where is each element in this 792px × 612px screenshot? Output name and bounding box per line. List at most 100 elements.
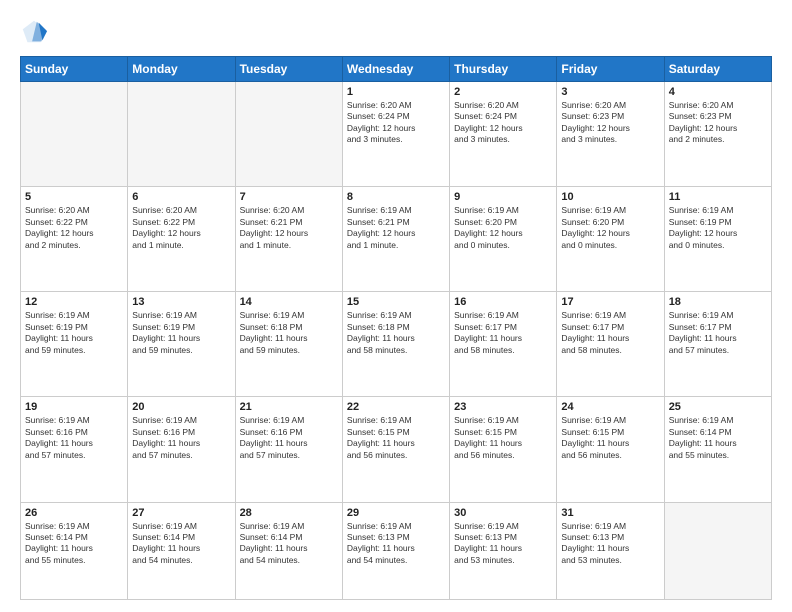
day-number: 5 bbox=[25, 191, 123, 203]
calendar-header-row: SundayMondayTuesdayWednesdayThursdayFrid… bbox=[21, 57, 772, 82]
day-info: Sunrise: 6:19 AM Sunset: 6:17 PM Dayligh… bbox=[669, 310, 767, 356]
day-number: 8 bbox=[347, 191, 445, 203]
day-info: Sunrise: 6:20 AM Sunset: 6:22 PM Dayligh… bbox=[132, 205, 230, 251]
day-info: Sunrise: 6:20 AM Sunset: 6:22 PM Dayligh… bbox=[25, 205, 123, 251]
day-number: 17 bbox=[561, 296, 659, 308]
day-number: 25 bbox=[669, 401, 767, 413]
day-number: 6 bbox=[132, 191, 230, 203]
day-info: Sunrise: 6:19 AM Sunset: 6:16 PM Dayligh… bbox=[132, 415, 230, 461]
calendar-cell: 11 Sunrise: 6:19 AM Sunset: 6:19 PM Dayli… bbox=[664, 187, 771, 292]
day-number: 21 bbox=[240, 401, 338, 413]
calendar-cell: 1Sunrise: 6:20 AM Sunset: 6:24 PM Daylig… bbox=[342, 82, 449, 187]
day-number: 19 bbox=[25, 401, 123, 413]
day-number: 13 bbox=[132, 296, 230, 308]
calendar: SundayMondayTuesdayWednesdayThursdayFrid… bbox=[20, 56, 772, 600]
day-info: Sunrise: 6:19 AM Sunset: 6:13 PM Dayligh… bbox=[454, 521, 552, 567]
calendar-cell: 9 Sunrise: 6:19 AM Sunset: 6:20 PM Daylig… bbox=[450, 187, 557, 292]
col-header-monday: Monday bbox=[128, 57, 235, 82]
page: SundayMondayTuesdayWednesdayThursdayFrid… bbox=[0, 0, 792, 612]
day-number: 11 bbox=[669, 191, 767, 203]
day-info: Sunrise: 6:20 AM Sunset: 6:23 PM Dayligh… bbox=[561, 100, 659, 146]
day-info: Sunrise: 6:19 AM Sunset: 6:13 PM Dayligh… bbox=[347, 521, 445, 567]
day-info: Sunrise: 6:19 AM Sunset: 6:19 PM Dayligh… bbox=[25, 310, 123, 356]
day-info: Sunrise: 6:19 AM Sunset: 6:16 PM Dayligh… bbox=[25, 415, 123, 461]
day-info: Sunrise: 6:19 AM Sunset: 6:14 PM Dayligh… bbox=[25, 521, 123, 567]
calendar-cell bbox=[21, 82, 128, 187]
calendar-cell: 31 Sunrise: 6:19 AM Sunset: 6:13 PM Dayli… bbox=[557, 502, 664, 600]
day-number: 2 bbox=[454, 86, 552, 98]
day-number: 4 bbox=[669, 86, 767, 98]
day-info: Sunrise: 6:19 AM Sunset: 6:19 PM Dayligh… bbox=[132, 310, 230, 356]
day-info: Sunrise: 6:20 AM Sunset: 6:23 PM Dayligh… bbox=[669, 100, 767, 146]
day-number: 15 bbox=[347, 296, 445, 308]
day-info: Sunrise: 6:19 AM Sunset: 6:19 PM Dayligh… bbox=[669, 205, 767, 251]
day-number: 26 bbox=[25, 507, 123, 519]
day-number: 23 bbox=[454, 401, 552, 413]
calendar-cell: 4 Sunrise: 6:20 AM Sunset: 6:23 PM Daylig… bbox=[664, 82, 771, 187]
col-header-friday: Friday bbox=[557, 57, 664, 82]
col-header-thursday: Thursday bbox=[450, 57, 557, 82]
day-number: 29 bbox=[347, 507, 445, 519]
calendar-cell: 14 Sunrise: 6:19 AM Sunset: 6:18 PM Dayli… bbox=[235, 292, 342, 397]
day-number: 16 bbox=[454, 296, 552, 308]
day-number: 7 bbox=[240, 191, 338, 203]
calendar-week-2: 5 Sunrise: 6:20 AM Sunset: 6:22 PM Daylig… bbox=[21, 187, 772, 292]
calendar-cell: 24 Sunrise: 6:19 AM Sunset: 6:15 PM Dayli… bbox=[557, 397, 664, 502]
calendar-cell: 8 Sunrise: 6:19 AM Sunset: 6:21 PM Daylig… bbox=[342, 187, 449, 292]
day-info: Sunrise: 6:20 AM Sunset: 6:24 PM Dayligh… bbox=[347, 100, 445, 146]
day-number: 27 bbox=[132, 507, 230, 519]
calendar-cell: 15Sunrise: 6:19 AM Sunset: 6:18 PM Dayli… bbox=[342, 292, 449, 397]
calendar-week-1: 1Sunrise: 6:20 AM Sunset: 6:24 PM Daylig… bbox=[21, 82, 772, 187]
day-info: Sunrise: 6:20 AM Sunset: 6:24 PM Dayligh… bbox=[454, 100, 552, 146]
day-info: Sunrise: 6:19 AM Sunset: 6:21 PM Dayligh… bbox=[347, 205, 445, 251]
day-number: 28 bbox=[240, 507, 338, 519]
calendar-cell: 7Sunrise: 6:20 AM Sunset: 6:21 PM Daylig… bbox=[235, 187, 342, 292]
calendar-cell: 22Sunrise: 6:19 AM Sunset: 6:15 PM Dayli… bbox=[342, 397, 449, 502]
day-number: 14 bbox=[240, 296, 338, 308]
day-info: Sunrise: 6:19 AM Sunset: 6:20 PM Dayligh… bbox=[454, 205, 552, 251]
calendar-cell: 19 Sunrise: 6:19 AM Sunset: 6:16 PM Dayli… bbox=[21, 397, 128, 502]
calendar-cell: 12 Sunrise: 6:19 AM Sunset: 6:19 PM Dayli… bbox=[21, 292, 128, 397]
day-info: Sunrise: 6:19 AM Sunset: 6:13 PM Dayligh… bbox=[561, 521, 659, 567]
calendar-week-3: 12 Sunrise: 6:19 AM Sunset: 6:19 PM Dayli… bbox=[21, 292, 772, 397]
calendar-cell: 3 Sunrise: 6:20 AM Sunset: 6:23 PM Daylig… bbox=[557, 82, 664, 187]
day-number: 10 bbox=[561, 191, 659, 203]
calendar-cell: 17 Sunrise: 6:19 AM Sunset: 6:17 PM Dayli… bbox=[557, 292, 664, 397]
day-number: 20 bbox=[132, 401, 230, 413]
logo bbox=[20, 18, 52, 46]
calendar-cell: 13 Sunrise: 6:19 AM Sunset: 6:19 PM Dayli… bbox=[128, 292, 235, 397]
logo-icon bbox=[20, 18, 48, 46]
day-info: Sunrise: 6:19 AM Sunset: 6:16 PM Dayligh… bbox=[240, 415, 338, 461]
calendar-cell: 29 Sunrise: 6:19 AM Sunset: 6:13 PM Dayli… bbox=[342, 502, 449, 600]
day-info: Sunrise: 6:19 AM Sunset: 6:14 PM Dayligh… bbox=[669, 415, 767, 461]
col-header-tuesday: Tuesday bbox=[235, 57, 342, 82]
day-number: 3 bbox=[561, 86, 659, 98]
calendar-cell: 10 Sunrise: 6:19 AM Sunset: 6:20 PM Dayli… bbox=[557, 187, 664, 292]
calendar-cell: 27Sunrise: 6:19 AM Sunset: 6:14 PM Dayli… bbox=[128, 502, 235, 600]
day-info: Sunrise: 6:19 AM Sunset: 6:17 PM Dayligh… bbox=[561, 310, 659, 356]
col-header-saturday: Saturday bbox=[664, 57, 771, 82]
calendar-cell: 26 Sunrise: 6:19 AM Sunset: 6:14 PM Dayli… bbox=[21, 502, 128, 600]
col-header-sunday: Sunday bbox=[21, 57, 128, 82]
day-number: 31 bbox=[561, 507, 659, 519]
calendar-cell: 30 Sunrise: 6:19 AM Sunset: 6:13 PM Dayli… bbox=[450, 502, 557, 600]
calendar-cell bbox=[128, 82, 235, 187]
col-header-wednesday: Wednesday bbox=[342, 57, 449, 82]
day-info: Sunrise: 6:19 AM Sunset: 6:18 PM Dayligh… bbox=[240, 310, 338, 356]
day-info: Sunrise: 6:19 AM Sunset: 6:15 PM Dayligh… bbox=[561, 415, 659, 461]
header bbox=[20, 18, 772, 46]
day-info: Sunrise: 6:19 AM Sunset: 6:20 PM Dayligh… bbox=[561, 205, 659, 251]
day-info: Sunrise: 6:19 AM Sunset: 6:14 PM Dayligh… bbox=[240, 521, 338, 567]
calendar-cell bbox=[235, 82, 342, 187]
calendar-cell bbox=[664, 502, 771, 600]
day-number: 12 bbox=[25, 296, 123, 308]
day-info: Sunrise: 6:19 AM Sunset: 6:15 PM Dayligh… bbox=[454, 415, 552, 461]
calendar-week-4: 19 Sunrise: 6:19 AM Sunset: 6:16 PM Dayli… bbox=[21, 397, 772, 502]
calendar-cell: 20 Sunrise: 6:19 AM Sunset: 6:16 PM Dayli… bbox=[128, 397, 235, 502]
day-number: 22 bbox=[347, 401, 445, 413]
calendar-cell: 5 Sunrise: 6:20 AM Sunset: 6:22 PM Daylig… bbox=[21, 187, 128, 292]
day-number: 30 bbox=[454, 507, 552, 519]
day-number: 9 bbox=[454, 191, 552, 203]
day-number: 24 bbox=[561, 401, 659, 413]
calendar-cell: 16Sunrise: 6:19 AM Sunset: 6:17 PM Dayli… bbox=[450, 292, 557, 397]
